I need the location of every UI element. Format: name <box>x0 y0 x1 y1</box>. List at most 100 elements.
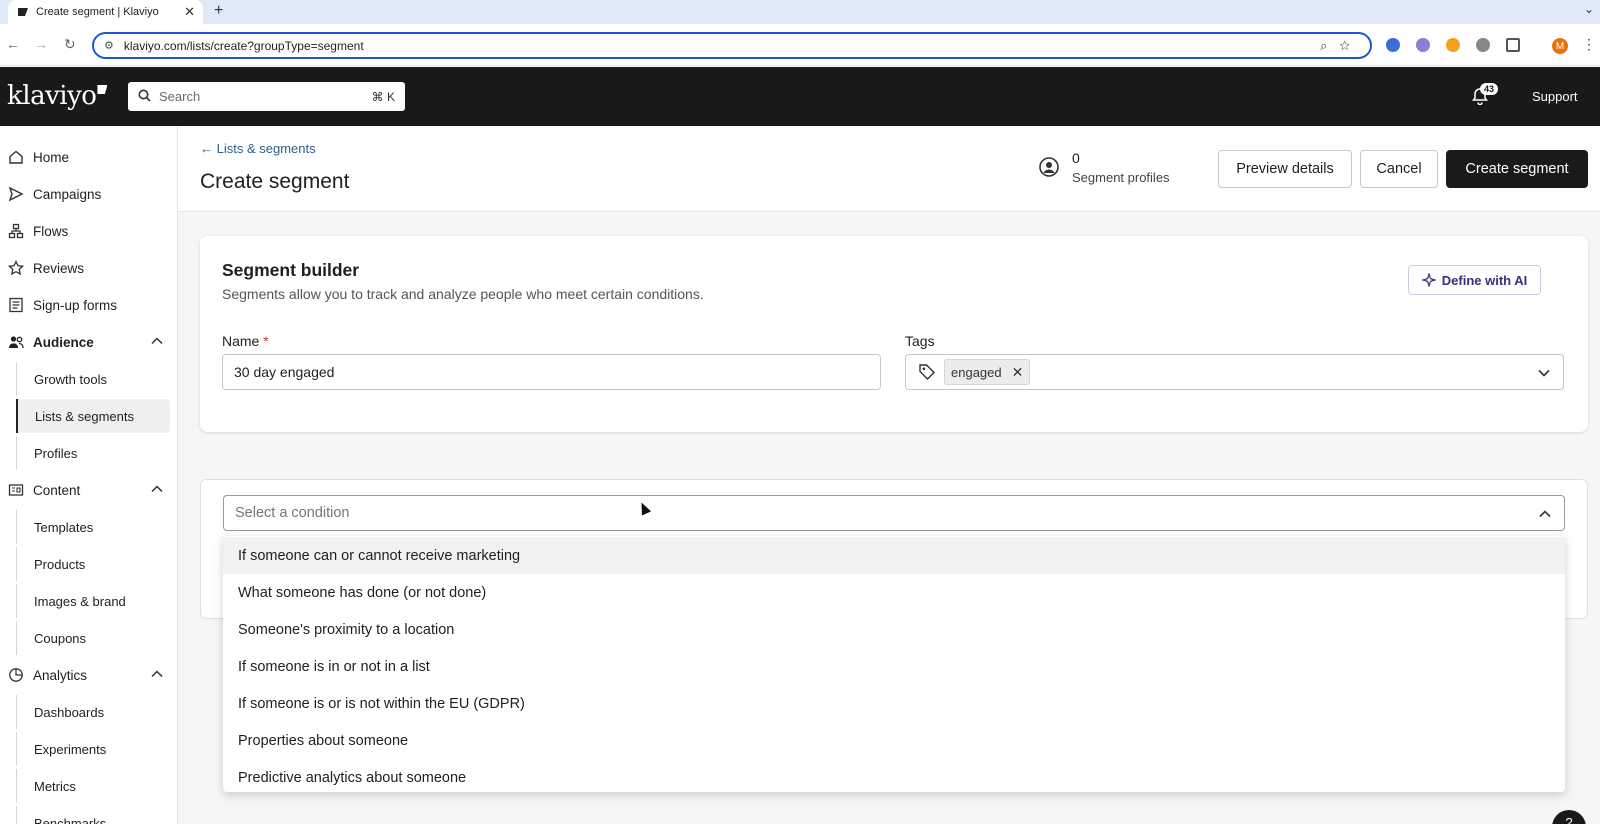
sidebar-item-signup-forms[interactable]: Sign-up forms <box>0 288 178 322</box>
sidebar-item-experiments[interactable]: Experiments <box>16 732 170 766</box>
segment-profile-label: Segment profiles <box>1072 170 1170 185</box>
chevron-up-icon[interactable] <box>150 667 164 684</box>
extensions-menu-icon[interactable] <box>1506 38 1520 52</box>
sidebar-item-products[interactable]: Products <box>16 547 170 581</box>
remove-tag-icon[interactable]: ✕ <box>1012 364 1024 381</box>
tags-field[interactable]: engaged ✕ <box>905 354 1564 390</box>
back-link-label: Lists & segments <box>216 141 316 156</box>
sidebar-item-flows[interactable]: Flows <box>0 214 178 248</box>
address-bar[interactable]: ⚙ klaviyo.com/lists/create?groupType=seg… <box>92 32 1372 59</box>
preview-details-button[interactable]: Preview details <box>1218 150 1352 188</box>
condition-option[interactable]: Someone's proximity to a location <box>223 611 1565 648</box>
cancel-button[interactable]: Cancel <box>1360 150 1438 188</box>
condition-option[interactable]: What someone has done (or not done) <box>223 574 1565 611</box>
required-mark: * <box>263 333 269 349</box>
sidebar-item-content[interactable]: Content <box>0 473 178 507</box>
browser-tab[interactable]: Create segment | Klaviyo ✕ <box>8 0 203 24</box>
sidebar-item-templates[interactable]: Templates <box>16 510 170 544</box>
sidebar-item-analytics[interactable]: Analytics <box>0 658 178 692</box>
sidebar-item-reviews[interactable]: Reviews <box>0 251 178 285</box>
segment-builder-title: Segment builder <box>222 260 360 280</box>
klaviyo-logo[interactable]: klaviyo <box>7 81 108 111</box>
bookmark-star-icon[interactable]: ☆ <box>1339 38 1362 53</box>
name-label-text: Name <box>222 333 260 349</box>
reload-icon[interactable]: ↻ <box>64 36 76 53</box>
sidebar-item-label: Sign-up forms <box>33 297 118 313</box>
sidebar-item-home[interactable]: Home <box>0 140 178 174</box>
sidebar-item-label: Content <box>33 482 81 498</box>
segment-name-value: 30 day engaged <box>234 364 335 380</box>
notification-badge: 43 <box>1480 83 1499 95</box>
chevron-up-icon[interactable] <box>150 482 164 499</box>
sparkle-icon <box>1421 273 1436 287</box>
sidebar-item-metrics[interactable]: Metrics <box>16 769 170 803</box>
browser-profile-avatar[interactable]: M <box>1552 38 1568 54</box>
logo-text: klaviyo <box>7 81 97 111</box>
forward-arrow-icon[interactable]: → <box>34 36 48 52</box>
flows-icon <box>8 223 24 239</box>
sidebar-item-lists-segments[interactable]: Lists & segments <box>16 399 170 433</box>
define-with-ai-label: Define with AI <box>1441 272 1528 288</box>
sidebar-item-campaigns[interactable]: Campaigns <box>0 177 178 211</box>
logo-flag-icon <box>97 85 108 94</box>
define-with-ai-button[interactable]: Define with AI <box>1408 265 1541 295</box>
site-settings-icon[interactable]: ⚙ <box>104 39 114 52</box>
sidebar-item-label: Analytics <box>33 667 88 683</box>
extension-orange-icon[interactable] <box>1446 38 1460 52</box>
content-icon <box>8 482 24 498</box>
condition-option[interactable]: Predictive analytics about someone <box>223 759 1565 796</box>
chevron-up-icon[interactable] <box>1538 507 1552 521</box>
condition-placeholder: Select a condition <box>235 505 350 521</box>
tag-chip-label: engaged <box>951 364 1002 380</box>
home-icon <box>8 149 24 165</box>
extension-gear-icon[interactable] <box>1476 38 1490 52</box>
new-tab-icon[interactable]: + <box>214 2 223 20</box>
sidebar-item-dashboards[interactable]: Dashboards <box>16 695 170 729</box>
sidebar-item-growth-tools[interactable]: Growth tools <box>16 362 170 396</box>
sidebar-item-coupons[interactable]: Coupons <box>16 621 170 655</box>
search-shortcut: ⌘ K <box>371 89 395 104</box>
tag-chip: engaged ✕ <box>944 359 1031 385</box>
chevron-up-icon[interactable] <box>150 334 164 351</box>
app-header: klaviyo Search ⌘ K 43 Support <box>0 67 1600 126</box>
chevron-down-icon[interactable] <box>1537 366 1551 380</box>
close-tab-icon[interactable]: ✕ <box>184 4 195 20</box>
search-input[interactable]: Search ⌘ K <box>128 82 405 111</box>
tab-title: Create segment | Klaviyo <box>36 6 159 18</box>
extension-password-icon[interactable] <box>1386 38 1400 52</box>
sidebar-item-label: Flows <box>33 223 69 239</box>
back-arrow-icon[interactable]: ← <box>6 36 20 52</box>
zoom-icon[interactable]: ⌕ <box>1320 38 1339 53</box>
condition-option[interactable]: If someone can or cannot receive marketi… <box>223 537 1565 574</box>
pie-chart-icon <box>8 667 24 683</box>
profile-avatar-icon <box>1039 157 1059 177</box>
segment-builder-description: Segments allow you to track and analyze … <box>222 286 704 302</box>
url-actions: ⌕☆ <box>1320 38 1362 54</box>
condition-option[interactable]: Properties about someone <box>223 722 1565 759</box>
search-icon <box>138 89 151 105</box>
tags-label: Tags <box>905 333 935 349</box>
create-segment-button[interactable]: Create segment <box>1446 150 1588 188</box>
sidebar-item-label: Reviews <box>33 260 85 276</box>
sidebar-item-audience[interactable]: Audience <box>0 325 178 359</box>
condition-option[interactable]: If someone is in or not in a list <box>223 648 1565 685</box>
name-label: Name * <box>222 333 269 349</box>
condition-select[interactable]: Select a condition <box>223 495 1565 531</box>
klaviyo-favicon-icon <box>18 8 28 16</box>
browser-menu-icon[interactable]: ⋮ <box>1582 36 1596 53</box>
star-icon <box>8 260 24 276</box>
people-icon <box>8 334 24 350</box>
sidebar-item-images-brand[interactable]: Images & brand <box>16 584 170 618</box>
tag-icon <box>919 364 935 380</box>
condition-dropdown-menu: If someone can or cannot receive marketi… <box>223 536 1565 792</box>
back-link[interactable]: ← Lists & segments <box>200 141 316 156</box>
extension-puzzle-icon[interactable] <box>1416 38 1430 52</box>
segment-name-field[interactable]: 30 day engaged <box>222 354 881 390</box>
browser-tab-bar: Create segment | Klaviyo ✕ + ⌄ <box>0 0 1600 24</box>
browser-toolbar: ← → ↻ ⚙ klaviyo.com/lists/create?groupTy… <box>0 24 1600 66</box>
support-link[interactable]: Support <box>1532 89 1578 104</box>
sidebar-item-profiles[interactable]: Profiles <box>16 436 170 470</box>
condition-option[interactable]: If someone is or is not within the EU (G… <box>223 685 1565 722</box>
sidebar-item-benchmarks[interactable]: Benchmarks <box>16 806 170 824</box>
tab-search-chevron-icon[interactable]: ⌄ <box>1584 2 1594 16</box>
